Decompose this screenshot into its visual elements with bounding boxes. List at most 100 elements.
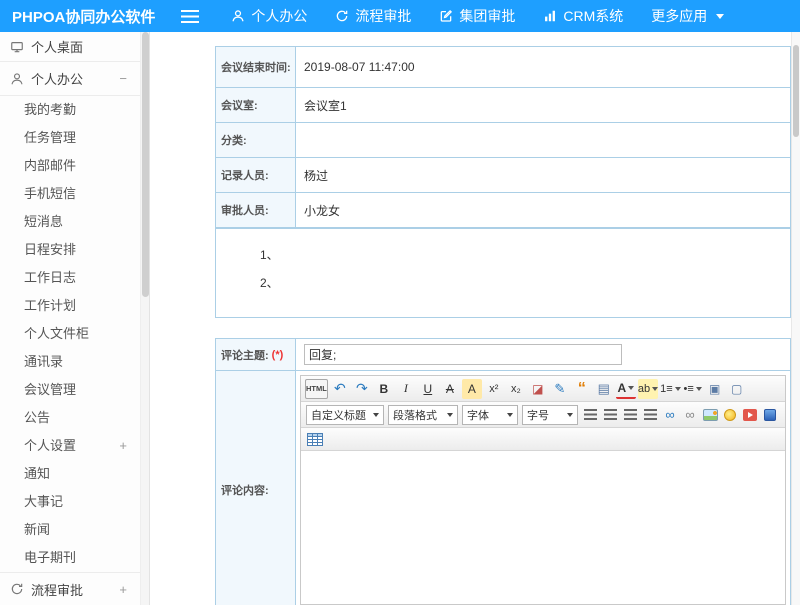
scrollbar-thumb[interactable] (142, 32, 149, 297)
comment-subject-cell (296, 339, 790, 370)
table-icon[interactable] (305, 429, 325, 449)
font-background-icon[interactable]: A (462, 379, 482, 399)
dropdown-label: 段落格式 (393, 407, 437, 423)
highlight-color-icon[interactable]: ab (638, 379, 658, 399)
collapse-indicator[interactable]: − (119, 71, 127, 86)
sidebar-item[interactable]: 工作日志 (0, 264, 140, 292)
redo-icon[interactable]: ↷ (352, 379, 372, 399)
caret-down-icon (716, 14, 724, 19)
field-label: 记录人员: (216, 158, 296, 192)
sidebar-item[interactable]: 电子期刊 (0, 544, 140, 572)
comment-content-cell: HTML↶↷BIUAAx²x₂◪✎“▤Aab1≡•≡▣▢ 自定义标题 段落格式 … (296, 371, 790, 605)
menu-icon[interactable] (181, 10, 199, 23)
nav-personal-office[interactable]: 个人办公 (217, 0, 321, 32)
nav-crm-system[interactable]: CRM系统 (529, 0, 637, 32)
paragraph-format-select[interactable]: 段落格式 (388, 405, 458, 425)
editor-toolbar-row2: 自定义标题 段落格式 字体 字号 (301, 402, 785, 428)
sidebar-item[interactable]: 日程安排 (0, 236, 140, 264)
sidebar-section-process-approval[interactable]: 流程审批 + (0, 572, 140, 605)
nav-label: 集团审批 (459, 6, 515, 26)
editor-content-area[interactable] (301, 451, 785, 604)
comment-subject-row: 评论主题: (*) (216, 339, 790, 371)
sidebar-item[interactable]: 会议管理 (0, 376, 140, 404)
sidebar-item-label: 内部邮件 (24, 158, 76, 173)
sidebar-item[interactable]: 新闻 (0, 516, 140, 544)
link-icon[interactable]: ∞ (660, 405, 680, 425)
underline-icon[interactable]: U (418, 379, 438, 399)
expand-indicator: + (119, 432, 127, 460)
chart-icon (543, 9, 557, 23)
align-right-icon[interactable] (620, 405, 640, 425)
image-glyph (703, 409, 718, 421)
sidebar-item[interactable]: 通知 (0, 460, 140, 488)
sidebar-item-label: 新闻 (24, 522, 50, 537)
field-value: 会议室1 (296, 88, 790, 122)
unlink-icon[interactable]: ∞ (680, 405, 700, 425)
font-color-icon[interactable]: A (616, 379, 636, 399)
caret-down-icon (373, 413, 379, 417)
sidebar-item-personal-desktop[interactable]: 个人桌面 (0, 32, 140, 62)
form-row: 记录人员: 杨过 (216, 158, 790, 193)
emotion-icon[interactable] (720, 405, 740, 425)
bars-glyph (624, 409, 637, 420)
sidebar-item-label: 短消息 (24, 214, 63, 229)
align-center-icon[interactable] (600, 405, 620, 425)
sidebar-item-label: 公告 (24, 410, 50, 425)
comment-subject-input[interactable] (304, 344, 622, 365)
disk-glyph (764, 409, 776, 421)
align-justify-icon[interactable] (640, 405, 660, 425)
remove-format-icon[interactable]: ◪ (528, 379, 548, 399)
template-icon[interactable]: ▤ (594, 379, 614, 399)
italic-icon[interactable]: I (396, 379, 416, 399)
sidebar-item-label: 我的考勤 (24, 102, 76, 117)
expand-indicator[interactable]: + (119, 582, 127, 597)
form-row: 会议室: 会议室1 (216, 88, 790, 123)
font-family-select[interactable]: 字体 (462, 405, 518, 425)
scrollbar-thumb[interactable] (793, 45, 799, 137)
sidebar-item[interactable]: 个人文件柜 (0, 320, 140, 348)
nav-label: 个人办公 (251, 6, 307, 26)
sidebar-item[interactable]: 我的考勤 (0, 96, 140, 124)
subscript-icon[interactable]: x₂ (506, 379, 526, 399)
nav-process-approval[interactable]: 流程审批 (321, 0, 425, 32)
unordered-list-icon[interactable]: •≡ (683, 379, 703, 399)
sidebar-item[interactable]: 手机短信 (0, 180, 140, 208)
font-size-select[interactable]: 字号 (522, 405, 578, 425)
nav-label: 流程审批 (355, 6, 411, 26)
blockquote-icon[interactable]: “ (572, 379, 592, 399)
format-painter-icon[interactable]: ✎ (550, 379, 570, 399)
sidebar-item[interactable]: 通讯录 (0, 348, 140, 376)
form-row: 会议结束时间: 2019-08-07 11:47:00 (216, 47, 790, 88)
sidebar-item-label: 通讯录 (24, 354, 63, 369)
align-left-icon[interactable] (580, 405, 600, 425)
page-break-icon[interactable]: ▢ (727, 379, 747, 399)
html-source-button[interactable]: HTML (305, 379, 328, 399)
paste-icon[interactable]: ▣ (705, 379, 725, 399)
bold-icon[interactable]: B (374, 379, 394, 399)
nav-group-approval[interactable]: 集团审批 (425, 0, 529, 32)
sidebar-item[interactable]: 短消息 (0, 208, 140, 236)
process-icon (10, 582, 24, 596)
strikethrough-icon[interactable]: A (440, 379, 460, 399)
comment-subject-label: 评论主题: (*) (216, 339, 296, 370)
sidebar-item[interactable]: 任务管理 (0, 124, 140, 152)
sidebar-scrollbar[interactable] (140, 32, 150, 605)
sidebar-item[interactable]: 大事记 (0, 488, 140, 516)
undo-icon[interactable]: ↶ (330, 379, 350, 399)
sidebar-item[interactable]: 内部邮件 (0, 152, 140, 180)
dropdown-label: 字号 (527, 407, 549, 423)
attachment-icon[interactable] (760, 405, 780, 425)
bars-glyph (604, 409, 617, 420)
sidebar-section-personal-office[interactable]: 个人办公 − (0, 62, 140, 96)
ordered-list-icon[interactable]: 1≡ (660, 379, 681, 399)
superscript-icon[interactable]: x² (484, 379, 504, 399)
sidebar-item[interactable]: 公告 (0, 404, 140, 432)
page-scrollbar[interactable] (791, 32, 800, 605)
nav-more-apps[interactable]: 更多应用 (637, 0, 738, 32)
media-icon[interactable] (740, 405, 760, 425)
sidebar-item[interactable]: 工作计划 (0, 292, 140, 320)
image-icon[interactable] (700, 405, 720, 425)
main-content: 会议结束时间: 2019-08-07 11:47:00 会议室: 会议室1 分类… (151, 32, 791, 605)
sidebar-item[interactable]: 个人设置 + (0, 432, 140, 460)
heading-select[interactable]: 自定义标题 (306, 405, 384, 425)
